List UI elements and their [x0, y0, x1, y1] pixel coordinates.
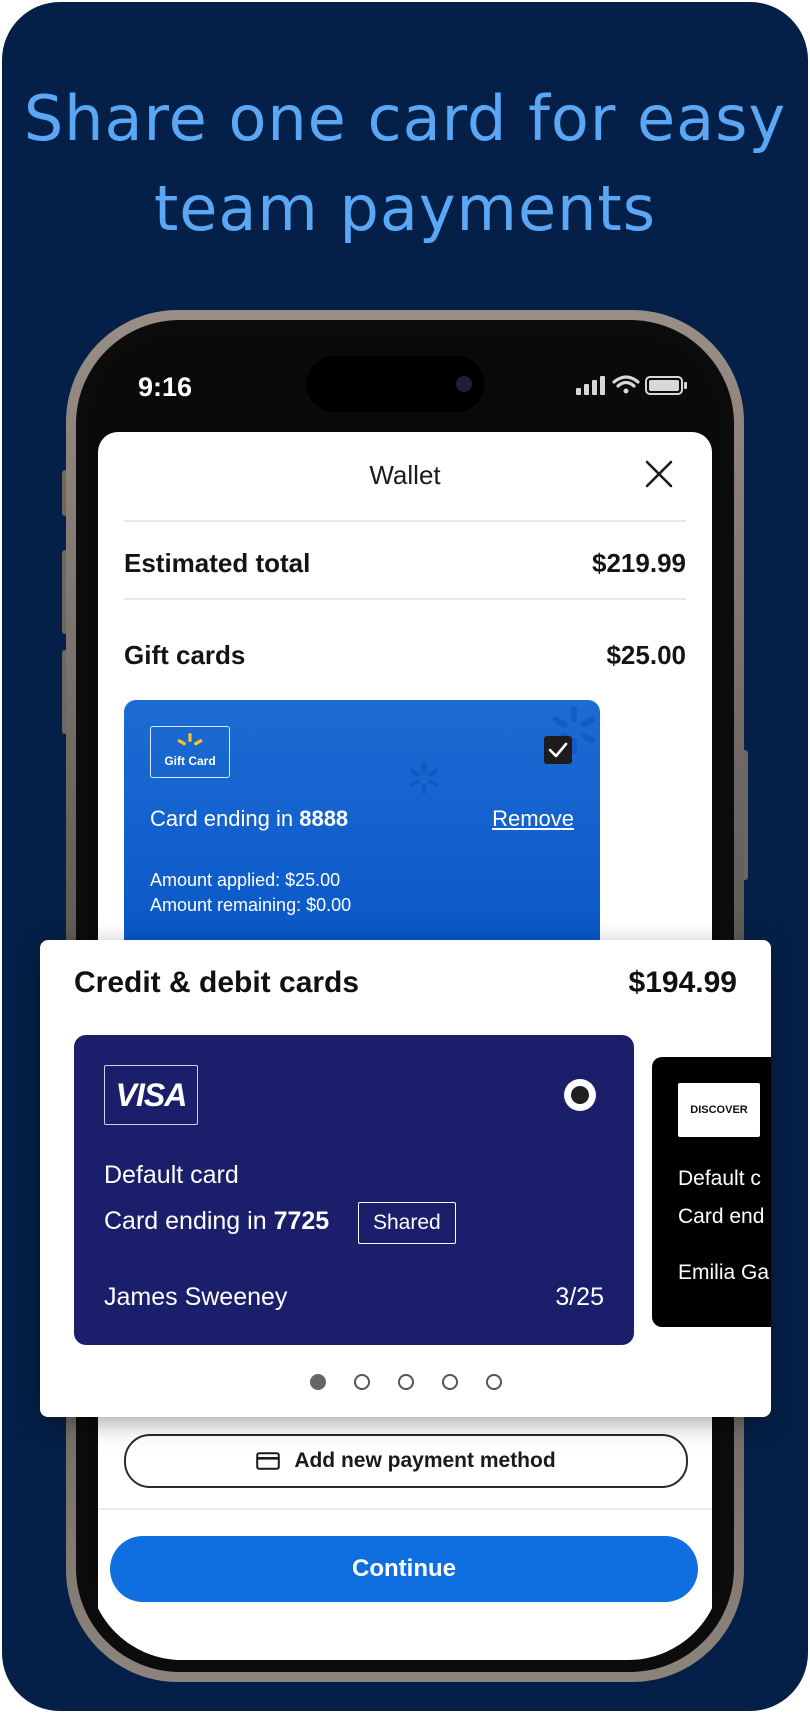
- radio-selected-dot: [571, 1086, 589, 1104]
- continue-button[interactable]: Continue: [110, 1536, 698, 1602]
- card-holder: James Sweeney: [104, 1283, 288, 1311]
- card-ending-prefix: Card ending in: [104, 1207, 274, 1235]
- wifi-icon: [612, 375, 640, 394]
- remove-gift-card-link[interactable]: Remove: [492, 806, 574, 832]
- discover-default-label: Default c: [678, 1167, 761, 1190]
- card-select-radio[interactable]: [564, 1079, 596, 1111]
- gift-card-checkbox[interactable]: [544, 736, 572, 764]
- carousel-pagination: [40, 1374, 771, 1390]
- add-payment-method-button[interactable]: Add new payment method: [124, 1434, 688, 1488]
- front-camera: [456, 376, 472, 392]
- carousel-dot[interactable]: [353, 1374, 370, 1390]
- credit-debit-total: $194.99: [628, 966, 737, 999]
- headline: Share one card for easy team payments: [2, 74, 808, 254]
- discover-logo: DISCOVER: [678, 1083, 760, 1137]
- add-payment-method-label: Add new payment method: [294, 1449, 556, 1472]
- credit-debit-title: Credit & debit cards: [74, 966, 360, 999]
- shared-badge: Shared: [358, 1202, 456, 1244]
- carousel-dot[interactable]: [441, 1374, 458, 1390]
- carousel-dot[interactable]: [397, 1374, 414, 1390]
- carousel-dot[interactable]: [309, 1374, 326, 1390]
- discover-card[interactable]: DISCOVER Default c Card end Emilia Ga: [652, 1057, 771, 1327]
- headline-line-1: Share one card for easy: [23, 82, 787, 155]
- gift-card-ending-prefix: Card ending in: [150, 806, 300, 831]
- discover-card-holder: Emilia Ga: [678, 1261, 770, 1284]
- visa-card[interactable]: VISA Default card Card ending in 7725 Sh…: [74, 1035, 634, 1345]
- headline-line-2: team payments: [153, 172, 657, 245]
- status-icons: [576, 374, 690, 401]
- amount-applied: Amount applied: $25.00: [150, 870, 341, 890]
- amount-remaining: Amount remaining: $0.00: [150, 895, 352, 915]
- credit-card-icon: [256, 1452, 281, 1470]
- close-icon[interactable]: [641, 456, 677, 492]
- status-time: 9:16: [138, 372, 193, 402]
- walmart-spark-icon: [177, 733, 203, 746]
- gift-card-ending: Card ending in 8888: [150, 806, 348, 832]
- estimated-total-label: Estimated total: [124, 548, 311, 578]
- gift-card-ending-number: 8888: [299, 806, 349, 831]
- credit-debit-panel: Credit & debit cards $194.99 VISA Defaul…: [40, 940, 771, 1417]
- gift-cards-label: Gift cards: [124, 640, 246, 670]
- carousel-dot[interactable]: [485, 1374, 502, 1390]
- default-card-label: Default card: [104, 1161, 239, 1189]
- gift-card-badge-label: Gift Card: [164, 754, 216, 768]
- visa-logo: VISA: [104, 1065, 198, 1125]
- card-ending-number: 7725: [273, 1207, 330, 1235]
- dynamic-island: [306, 356, 484, 412]
- divider: [124, 520, 686, 522]
- battery-icon: [645, 376, 687, 395]
- divider: [124, 598, 686, 600]
- gift-card: Gift Card Card ending in 8888 Remove Amo…: [124, 700, 600, 940]
- gift-cards-value: $25.00: [606, 640, 686, 670]
- divider: [98, 1508, 712, 1510]
- gift-card-badge: Gift Card: [150, 726, 230, 778]
- card-expiry: 3/25: [555, 1283, 604, 1311]
- checkmark-icon: [548, 742, 568, 758]
- card-ending: Card ending in 7725: [104, 1207, 329, 1236]
- estimated-total-value: $219.99: [592, 548, 686, 578]
- wallet-title: Wallet: [369, 460, 441, 490]
- cellular-signal-icon: [576, 376, 605, 395]
- discover-card-ending: Card end: [678, 1205, 765, 1228]
